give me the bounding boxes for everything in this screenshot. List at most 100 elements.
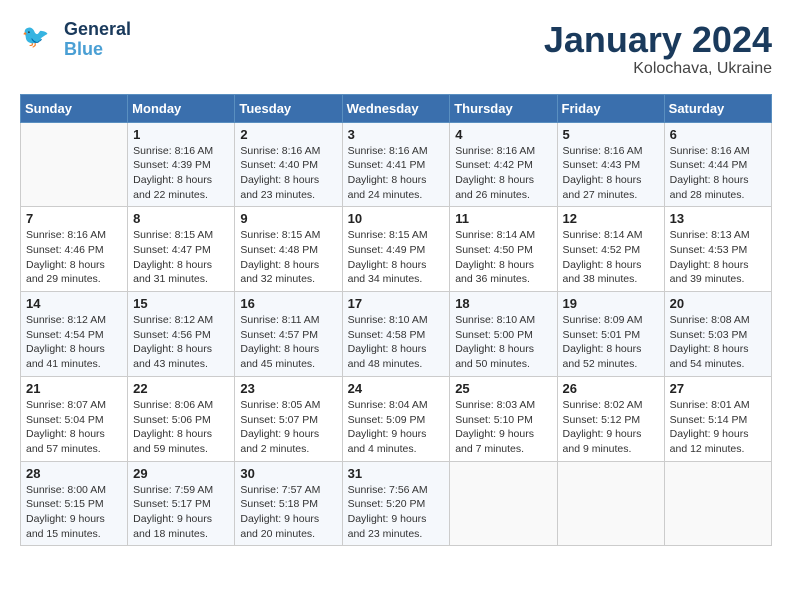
calendar-cell: 16 Sunrise: 8:11 AMSunset: 4:57 PMDayligh… — [235, 292, 342, 377]
day-number: 4 — [455, 127, 551, 142]
day-number: 22 — [133, 381, 229, 396]
calendar-header: SundayMondayTuesdayWednesdayThursdayFrid… — [21, 94, 772, 122]
calendar-cell — [557, 461, 664, 546]
logo-bird-icon: 🐦 — [20, 20, 60, 60]
day-info: Sunrise: 8:13 AMSunset: 4:53 PMDaylight:… — [670, 228, 766, 287]
calendar-cell: 4 Sunrise: 8:16 AMSunset: 4:42 PMDaylight… — [450, 122, 557, 207]
day-info: Sunrise: 8:04 AMSunset: 5:09 PMDaylight:… — [348, 398, 445, 457]
page-header: 🐦 General Blue January 2024 Kolochava, U… — [20, 20, 772, 78]
month-year-title: January 2024 — [544, 20, 772, 60]
calendar-week-row: 7 Sunrise: 8:16 AMSunset: 4:46 PMDaylight… — [21, 207, 772, 292]
calendar-cell: 11 Sunrise: 8:14 AMSunset: 4:50 PMDayligh… — [450, 207, 557, 292]
calendar-cell: 25 Sunrise: 8:03 AMSunset: 5:10 PMDayligh… — [450, 376, 557, 461]
day-number: 23 — [240, 381, 336, 396]
day-number: 16 — [240, 296, 336, 311]
logo-blue-text: Blue — [64, 40, 131, 60]
calendar-cell: 7 Sunrise: 8:16 AMSunset: 4:46 PMDaylight… — [21, 207, 128, 292]
calendar-cell: 6 Sunrise: 8:16 AMSunset: 4:44 PMDaylight… — [664, 122, 771, 207]
day-info: Sunrise: 8:12 AMSunset: 4:54 PMDaylight:… — [26, 313, 122, 372]
day-info: Sunrise: 8:01 AMSunset: 5:14 PMDaylight:… — [670, 398, 766, 457]
day-number: 24 — [348, 381, 445, 396]
day-info: Sunrise: 8:09 AMSunset: 5:01 PMDaylight:… — [563, 313, 659, 372]
calendar-cell: 8Sunrise: 8:15 AMSunset: 4:47 PMDaylight… — [128, 207, 235, 292]
logo-label: General Blue — [64, 20, 131, 60]
day-number: 1 — [133, 127, 229, 142]
day-info: Sunrise: 8:16 AMSunset: 4:40 PMDaylight:… — [240, 144, 336, 203]
day-number: 9 — [240, 211, 336, 226]
day-info: Sunrise: 8:03 AMSunset: 5:10 PMDaylight:… — [455, 398, 551, 457]
weekday-header-saturday: Saturday — [664, 94, 771, 122]
day-info: Sunrise: 8:10 AMSunset: 4:58 PMDaylight:… — [348, 313, 445, 372]
calendar-cell: 3Sunrise: 8:16 AMSunset: 4:41 PMDaylight… — [342, 122, 450, 207]
calendar-cell: 23Sunrise: 8:05 AMSunset: 5:07 PMDayligh… — [235, 376, 342, 461]
day-number: 18 — [455, 296, 551, 311]
calendar-cell: 1 Sunrise: 8:16 AMSunset: 4:39 PMDaylight… — [128, 122, 235, 207]
day-number: 27 — [670, 381, 766, 396]
day-number: 29 — [133, 466, 229, 481]
calendar-week-row: 28 Sunrise: 8:00 AMSunset: 5:15 PMDayligh… — [21, 461, 772, 546]
calendar-cell: 24 Sunrise: 8:04 AMSunset: 5:09 PMDayligh… — [342, 376, 450, 461]
svg-text:🐦: 🐦 — [22, 24, 50, 49]
day-number: 20 — [670, 296, 766, 311]
day-number: 30 — [240, 466, 336, 481]
calendar-cell: 10Sunrise: 8:15 AMSunset: 4:49 PMDayligh… — [342, 207, 450, 292]
day-number: 26 — [563, 381, 659, 396]
day-number: 5 — [563, 127, 659, 142]
calendar-cell: 20 Sunrise: 8:08 AMSunset: 5:03 PMDayligh… — [664, 292, 771, 377]
calendar-cell: 28 Sunrise: 8:00 AMSunset: 5:15 PMDayligh… — [21, 461, 128, 546]
day-info: Sunrise: 8:10 AMSunset: 5:00 PMDaylight:… — [455, 313, 551, 372]
calendar-cell — [450, 461, 557, 546]
title-block: January 2024 Kolochava, Ukraine — [544, 20, 772, 78]
day-number: 14 — [26, 296, 122, 311]
day-info: Sunrise: 8:08 AMSunset: 5:03 PMDaylight:… — [670, 313, 766, 372]
calendar-cell: 15 Sunrise: 8:12 AMSunset: 4:56 PMDayligh… — [128, 292, 235, 377]
calendar-cell: 30 Sunrise: 7:57 AMSunset: 5:18 PMDayligh… — [235, 461, 342, 546]
weekday-header-sunday: Sunday — [21, 94, 128, 122]
day-info: Sunrise: 7:56 AMSunset: 5:20 PMDaylight:… — [348, 483, 445, 542]
day-number: 10 — [348, 211, 445, 226]
calendar-cell: 22 Sunrise: 8:06 AMSunset: 5:06 PMDayligh… — [128, 376, 235, 461]
day-info: Sunrise: 8:16 AMSunset: 4:41 PMDaylight:… — [348, 144, 445, 203]
weekday-header-friday: Friday — [557, 94, 664, 122]
calendar-cell: 31Sunrise: 7:56 AMSunset: 5:20 PMDayligh… — [342, 461, 450, 546]
calendar-cell: 17Sunrise: 8:10 AMSunset: 4:58 PMDayligh… — [342, 292, 450, 377]
day-number: 2 — [240, 127, 336, 142]
day-info: Sunrise: 8:00 AMSunset: 5:15 PMDaylight:… — [26, 483, 122, 542]
day-number: 7 — [26, 211, 122, 226]
day-info: Sunrise: 7:57 AMSunset: 5:18 PMDaylight:… — [240, 483, 336, 542]
calendar-cell: 13 Sunrise: 8:13 AMSunset: 4:53 PMDayligh… — [664, 207, 771, 292]
calendar-cell: 9Sunrise: 8:15 AMSunset: 4:48 PMDaylight… — [235, 207, 342, 292]
day-info: Sunrise: 8:15 AMSunset: 4:47 PMDaylight:… — [133, 228, 229, 287]
day-info: Sunrise: 8:14 AMSunset: 4:50 PMDaylight:… — [455, 228, 551, 287]
day-number: 13 — [670, 211, 766, 226]
day-number: 6 — [670, 127, 766, 142]
day-number: 25 — [455, 381, 551, 396]
day-info: Sunrise: 8:07 AMSunset: 5:04 PMDaylight:… — [26, 398, 122, 457]
day-number: 21 — [26, 381, 122, 396]
day-info: Sunrise: 8:11 AMSunset: 4:57 PMDaylight:… — [240, 313, 336, 372]
calendar-cell: 27 Sunrise: 8:01 AMSunset: 5:14 PMDayligh… — [664, 376, 771, 461]
calendar-cell: 29Sunrise: 7:59 AMSunset: 5:17 PMDayligh… — [128, 461, 235, 546]
calendar-week-row: 1 Sunrise: 8:16 AMSunset: 4:39 PMDaylight… — [21, 122, 772, 207]
day-info: Sunrise: 8:12 AMSunset: 4:56 PMDaylight:… — [133, 313, 229, 372]
day-info: Sunrise: 8:06 AMSunset: 5:06 PMDaylight:… — [133, 398, 229, 457]
day-info: Sunrise: 8:16 AMSunset: 4:44 PMDaylight:… — [670, 144, 766, 203]
day-number: 15 — [133, 296, 229, 311]
day-number: 19 — [563, 296, 659, 311]
day-number: 12 — [563, 211, 659, 226]
calendar-cell: 14 Sunrise: 8:12 AMSunset: 4:54 PMDayligh… — [21, 292, 128, 377]
calendar-table: SundayMondayTuesdayWednesdayThursdayFrid… — [20, 94, 772, 547]
calendar-week-row: 14 Sunrise: 8:12 AMSunset: 4:54 PMDayligh… — [21, 292, 772, 377]
calendar-body: 1 Sunrise: 8:16 AMSunset: 4:39 PMDaylight… — [21, 122, 772, 546]
day-info: Sunrise: 8:16 AMSunset: 4:39 PMDaylight:… — [133, 144, 229, 203]
day-info: Sunrise: 8:14 AMSunset: 4:52 PMDaylight:… — [563, 228, 659, 287]
weekday-row: SundayMondayTuesdayWednesdayThursdayFrid… — [21, 94, 772, 122]
calendar-cell — [21, 122, 128, 207]
day-info: Sunrise: 8:16 AMSunset: 4:42 PMDaylight:… — [455, 144, 551, 203]
calendar-cell: 19 Sunrise: 8:09 AMSunset: 5:01 PMDayligh… — [557, 292, 664, 377]
calendar-week-row: 21 Sunrise: 8:07 AMSunset: 5:04 PMDayligh… — [21, 376, 772, 461]
day-info: Sunrise: 8:16 AMSunset: 4:46 PMDaylight:… — [26, 228, 122, 287]
calendar-cell: 21 Sunrise: 8:07 AMSunset: 5:04 PMDayligh… — [21, 376, 128, 461]
day-number: 11 — [455, 211, 551, 226]
day-number: 28 — [26, 466, 122, 481]
